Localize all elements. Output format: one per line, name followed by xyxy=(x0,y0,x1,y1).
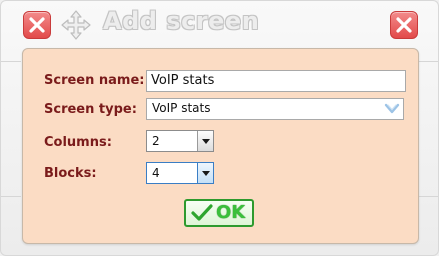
close-button-right[interactable] xyxy=(390,11,418,39)
close-icon xyxy=(396,17,412,33)
background-divider xyxy=(418,61,438,62)
blocks-label: Blocks: xyxy=(44,166,97,181)
chevron-down-icon xyxy=(384,103,400,114)
close-icon xyxy=(29,17,45,33)
background-divider xyxy=(1,61,21,62)
columns-label: Columns: xyxy=(44,135,112,150)
dialog-title: Add screen xyxy=(103,7,260,35)
screen-type-label: Screen type: xyxy=(44,102,137,117)
form-panel: Screen name: VoIP stats Screen type: VoI… xyxy=(22,48,419,244)
move-icon[interactable] xyxy=(61,10,91,40)
screen-type-value: VoIP stats xyxy=(152,101,211,115)
blocks-value: 4 xyxy=(152,166,160,180)
blocks-dropdown-button[interactable] xyxy=(197,163,213,183)
ok-button-label: OK xyxy=(216,202,246,223)
add-screen-dialog: Add screen Screen name: VoIP stats Scree… xyxy=(0,0,439,256)
check-icon xyxy=(191,204,213,221)
background-divider xyxy=(1,196,21,197)
dropdown-arrow-icon xyxy=(202,171,210,176)
columns-value: 2 xyxy=(152,134,160,148)
ok-button[interactable]: OK xyxy=(184,199,254,227)
dropdown-arrow-icon xyxy=(202,139,210,144)
blocks-select[interactable]: 4 xyxy=(146,162,214,184)
close-button-left[interactable] xyxy=(23,11,51,39)
screen-name-label: Screen name: xyxy=(44,73,145,88)
columns-select[interactable]: 2 xyxy=(146,130,214,152)
columns-dropdown-button[interactable] xyxy=(197,131,213,151)
screen-type-select[interactable]: VoIP stats xyxy=(146,98,404,120)
background-divider xyxy=(418,196,438,197)
screen-name-input[interactable]: VoIP stats xyxy=(146,70,406,92)
